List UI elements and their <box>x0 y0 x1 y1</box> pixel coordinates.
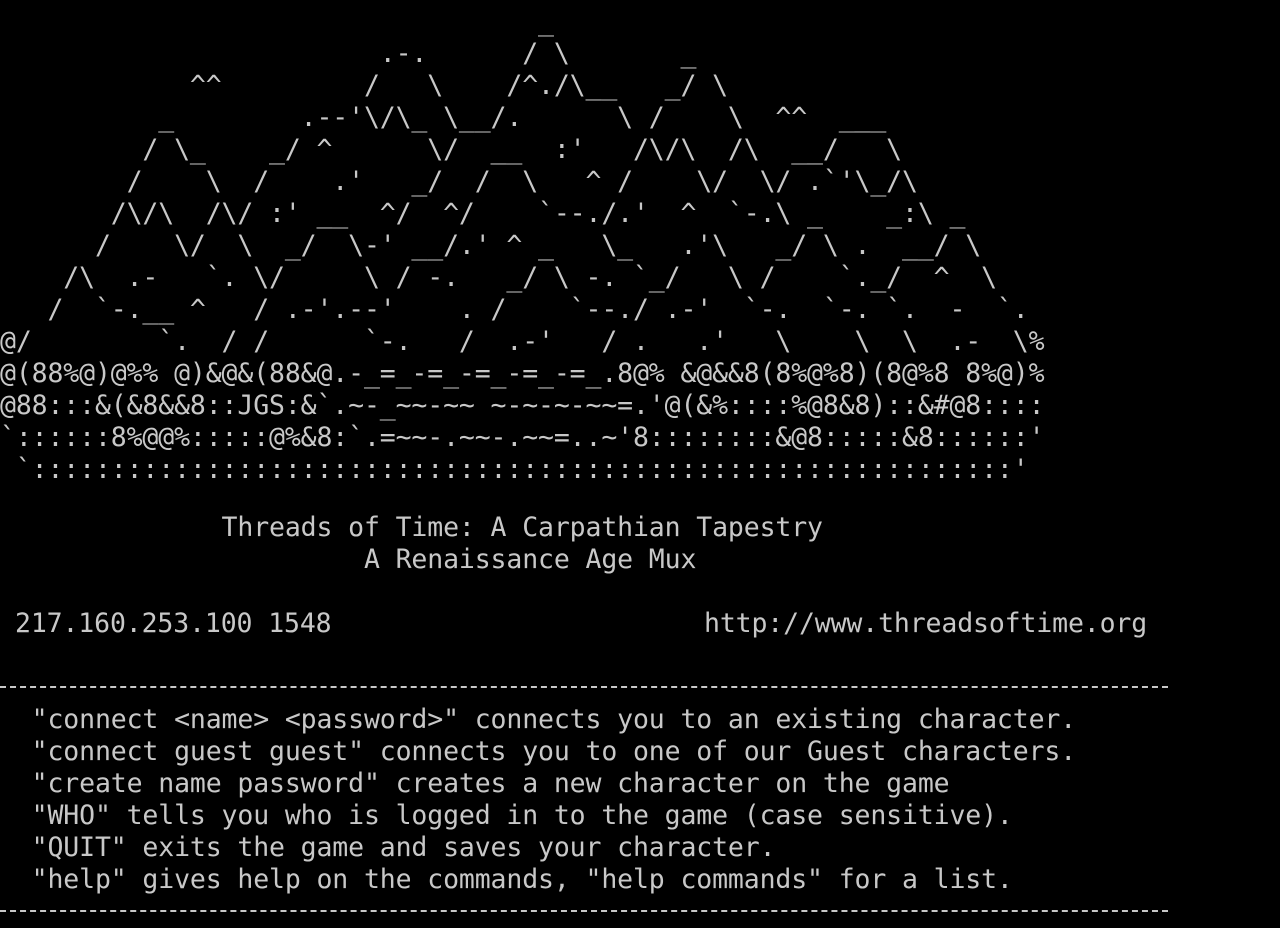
terminal-screen[interactable]: _ .-. / \ _ ^^ / \ /^./\__ _/ \ _ .--'\/… <box>0 0 1280 928</box>
help-line: "create name password" creates a new cha… <box>0 768 950 799</box>
server-address: 217.160.253.100 1548 <box>15 608 332 639</box>
art-line: /\ .- `. \/ \ / -. _/ \ -. `_/ \ / `._/ … <box>0 262 997 293</box>
art-line: @(88%@)@%% @)&@&(88&@.-_=_-=_-=_-=_-=_.8… <box>0 358 1045 389</box>
art-line: .-. / \ _ <box>0 38 697 69</box>
website-url: http://www.threadsoftime.org <box>704 608 1148 639</box>
help-line: "connect guest guest" connects you to on… <box>0 736 1077 767</box>
art-line: @88:::&(&8&&8::JGS:&`.~-_~~-~~ ~-~-~-~~=… <box>0 390 1045 421</box>
game-title: Threads of Time: A Carpathian Tapestry <box>0 512 823 543</box>
art-line: / \_ _/ ^ \/ __ :' /\/\ /\ __/ \ <box>0 134 902 165</box>
art-line: ^^ / \ /^./\__ _/ \ <box>0 70 728 101</box>
bottom-divider <box>0 910 1168 912</box>
art-line: / `-.__ ^ / .-'.--' . / `--./ .-' `-. `-… <box>0 294 1029 325</box>
help-line: "help" gives help on the commands, "help… <box>0 864 1013 895</box>
art-line: / \ / .' _/ / \ ^ / \/ \/ .`'\_/\ <box>0 166 918 197</box>
game-subtitle: A Renaissance Age Mux <box>0 544 697 575</box>
art-line: / \/ \ _/ \-' __/.' ^ _ \_ .'\ _/ \ . __… <box>0 230 982 261</box>
help-line: "QUIT" exits the game and saves your cha… <box>0 832 776 863</box>
art-line: @/ `. / / `-. / .-' / . .' \ \ \ .- \% <box>0 326 1045 357</box>
help-line: "WHO" tells you who is logged in to the … <box>0 800 1013 831</box>
art-line: `::::::8%@@%:::::@%&8:`.=~~-.~~-.~~=..~'… <box>0 422 1045 453</box>
art-line: _ .--'\/\_ \__/. \ / \ ^^ ___ <box>0 102 887 133</box>
art-line: _ <box>0 6 554 37</box>
art-line: `:::::::::::::::::::::::::::::::::::::::… <box>0 454 1029 485</box>
art-line: /\/\ /\/ :' __ ^/ ^/ `--./.' ^ `-.\ _ _:… <box>0 198 966 229</box>
top-divider <box>0 686 1168 688</box>
help-line: "connect <name> <password>" connects you… <box>0 704 1077 735</box>
